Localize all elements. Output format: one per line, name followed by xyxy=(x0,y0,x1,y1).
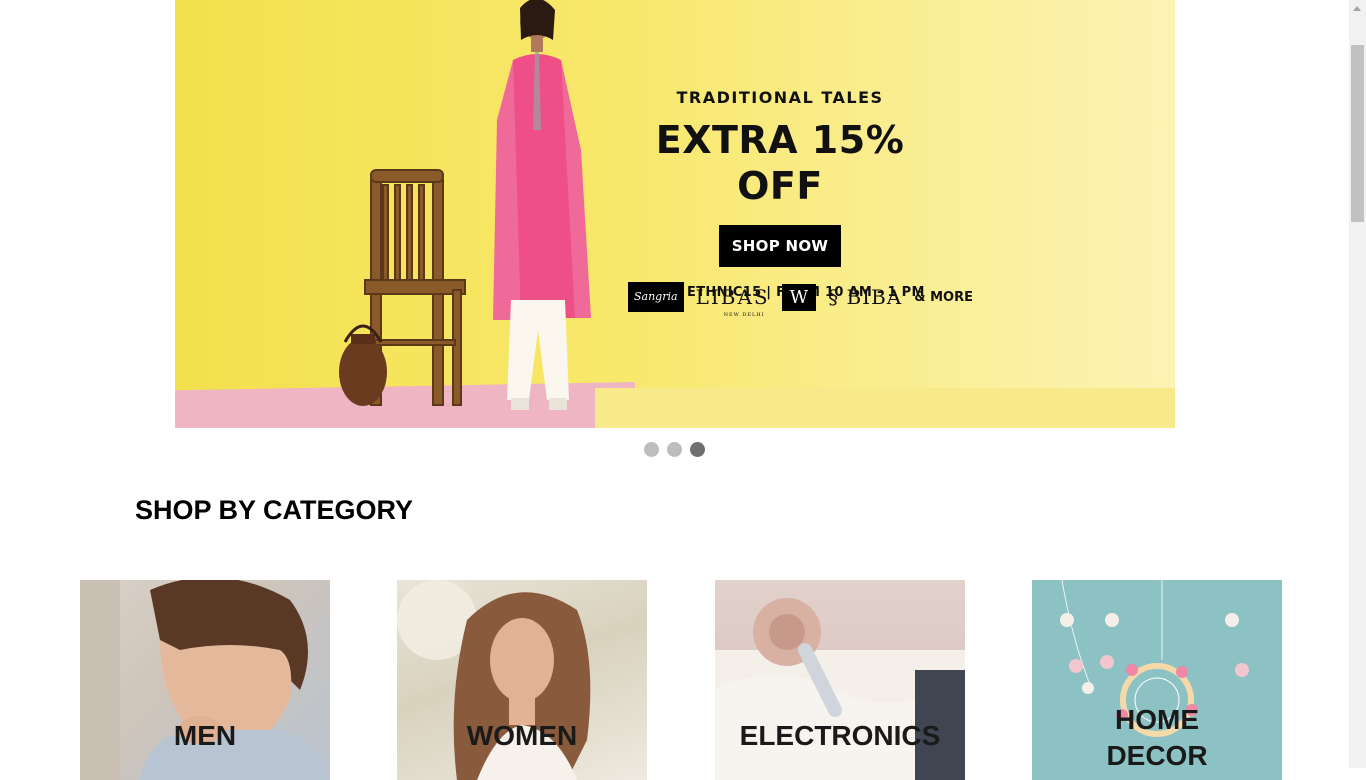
shop-now-button[interactable]: SHOP NOW xyxy=(718,225,842,267)
biba-mark-icon: § xyxy=(828,285,840,309)
carousel-dot-3[interactable] xyxy=(690,442,705,457)
brand-logo-sangria: Sangria xyxy=(628,282,684,312)
category-label-home-line2: DECOR xyxy=(1106,740,1208,771)
promo-eyebrow: TRADITIONAL TALES xyxy=(676,88,884,107)
brand-biba-name: BIBA xyxy=(846,285,903,309)
category-label-men: MEN xyxy=(173,720,237,751)
category-label-electronics: ELECTRONICS xyxy=(739,720,941,751)
scroll-thumb[interactable] xyxy=(1351,45,1364,222)
brand-more-label: & MORE xyxy=(914,289,973,305)
copper-pot-icon xyxy=(339,324,387,406)
brand-logo-w: W xyxy=(781,283,817,311)
promo-copy: TRADITIONAL TALES EXTRA 15% OFF SHOP NOW… xyxy=(615,88,945,300)
promo-headline: EXTRA 15% OFF xyxy=(655,118,905,208)
brand-logo-libas: LIBAS NEW DELHI xyxy=(695,285,770,318)
model-figure xyxy=(493,0,591,410)
model-with-chair-image xyxy=(339,0,591,410)
category-tile-electronics[interactable]: ELECTRONICS xyxy=(715,580,965,780)
category-tile-home-decor[interactable]: HOME DECOR xyxy=(1032,580,1282,780)
banner-floor-right xyxy=(595,388,1175,428)
section-title: SHOP BY CATEGORY xyxy=(135,495,414,525)
category-label-women: WOMEN xyxy=(466,720,578,751)
category-tile-men[interactable]: MEN xyxy=(80,580,330,780)
carousel-dot-1[interactable] xyxy=(644,442,659,457)
brand-logo-biba: § BIBA xyxy=(828,285,902,309)
brand-logos: Sangria LIBAS NEW DELHI W § BIBA & MORE xyxy=(628,280,973,318)
category-label-home-decor: HOME DECOR xyxy=(1032,702,1282,774)
brand-libas-name: LIBAS xyxy=(695,285,770,309)
scroll-up-arrow-icon[interactable] xyxy=(1349,0,1366,17)
category-label-home-line1: HOME xyxy=(1115,704,1199,735)
category-tile-women[interactable]: WOMEN xyxy=(397,580,647,780)
hero-banner[interactable]: TRADITIONAL TALES EXTRA 15% OFF SHOP NOW… xyxy=(175,0,1175,428)
carousel-dots xyxy=(644,442,705,457)
vertical-scrollbar[interactable] xyxy=(1349,0,1366,768)
carousel-dot-2[interactable] xyxy=(667,442,682,457)
brand-libas-sub: NEW DELHI xyxy=(723,312,765,318)
